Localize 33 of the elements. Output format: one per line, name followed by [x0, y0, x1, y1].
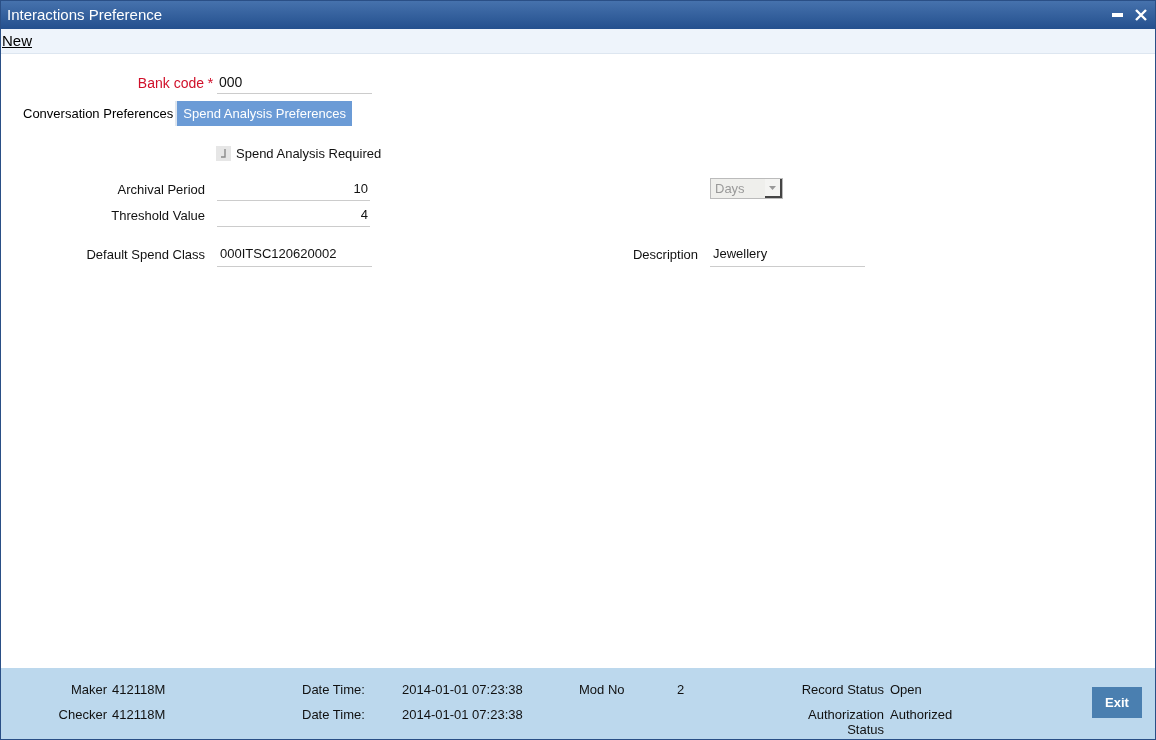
checkmark-icon	[219, 148, 228, 160]
status-value: 2	[677, 682, 685, 697]
tab[interactable]: Conversation Preferences	[21, 101, 176, 126]
field-label: Archival Period	[116, 180, 205, 199]
status-value: 412118M	[112, 707, 166, 722]
status-label: Record Status	[800, 682, 884, 697]
status-label: Date Time:	[302, 682, 365, 697]
bank-code-field[interactable]: 000	[217, 72, 372, 94]
field-label: Bank code	[136, 73, 204, 93]
close-icon[interactable]	[1135, 9, 1147, 21]
status-label: Maker	[69, 682, 107, 697]
status-label: Checker	[57, 707, 107, 722]
archival-period-field[interactable]: 10	[217, 178, 370, 201]
required-marker: *	[206, 72, 215, 93]
status-label: Mod No	[579, 682, 625, 697]
default-spend-class-field[interactable]: 000ITSC120620002	[217, 242, 372, 267]
status-value: 2014-01-01 07:23:38	[402, 707, 523, 722]
field-label: Threshold Value	[110, 206, 205, 225]
threshold-value-field[interactable]: 4	[217, 204, 370, 227]
status-value: 2014-01-01 07:23:38	[402, 682, 523, 697]
status-label: Authorization Status	[807, 707, 884, 737]
dropdown-value: Days	[715, 179, 745, 198]
status-value: Authorized	[890, 707, 953, 722]
window-title: Interactions Preference	[7, 4, 163, 25]
field-label: Description	[631, 245, 698, 264]
description-field[interactable]: Jewellery	[710, 242, 865, 267]
status-value: 412118M	[112, 682, 166, 697]
exit-button[interactable]: Exit	[1092, 687, 1142, 718]
menu-item[interactable]: New	[1, 29, 32, 53]
status-value: Open	[890, 682, 922, 697]
status-label: Date Time:	[302, 707, 365, 722]
field-label: Default Spend Class	[85, 245, 205, 264]
checkbox-label: Spend Analysis Required	[236, 145, 382, 163]
